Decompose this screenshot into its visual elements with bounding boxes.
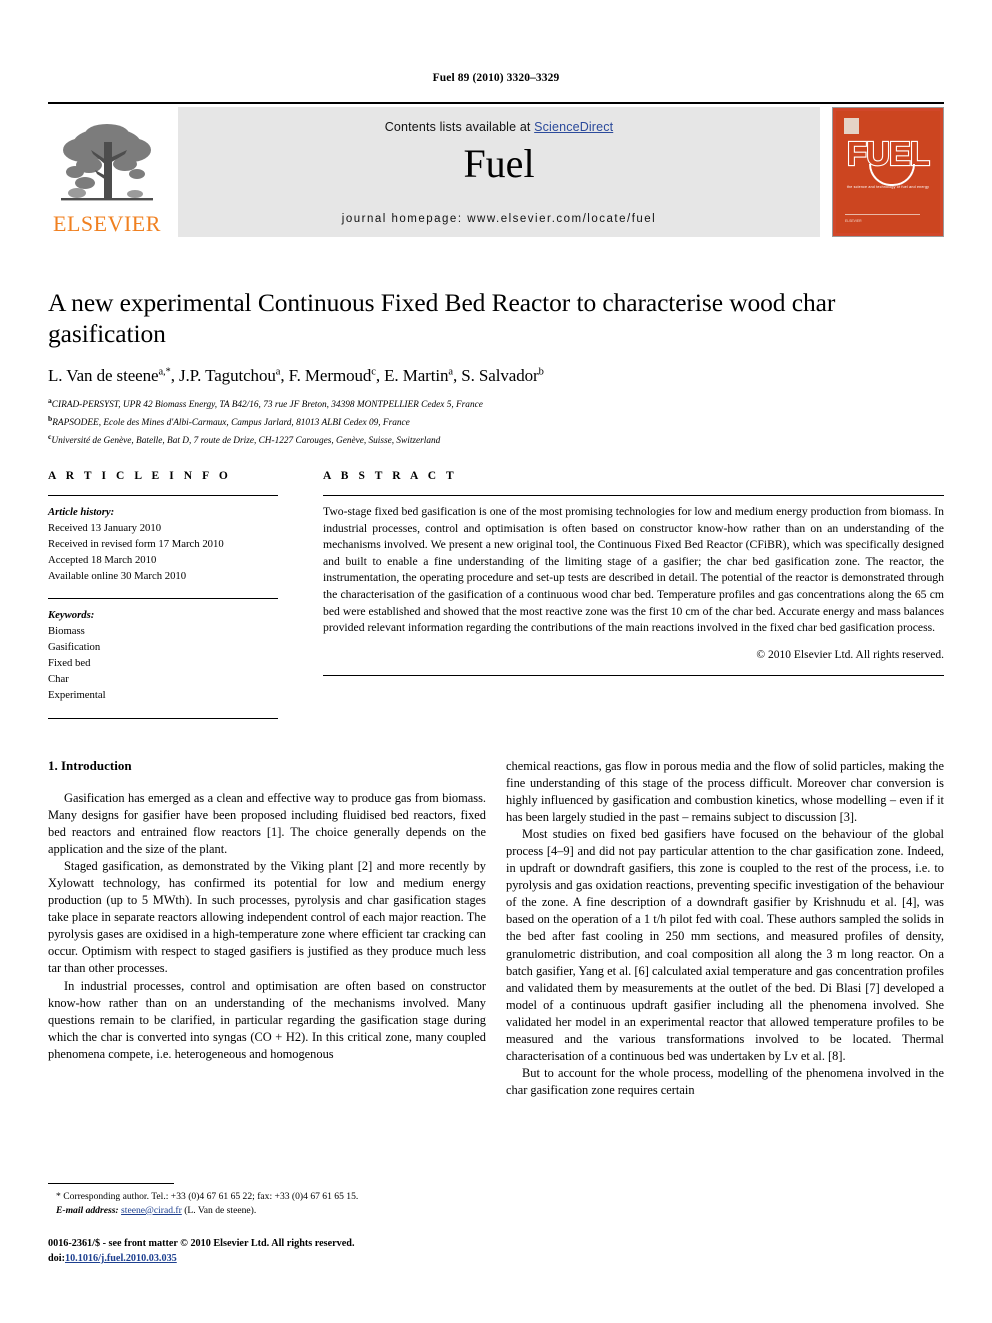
paragraph: In industrial processes, control and opt… [48, 978, 486, 1061]
article-info-bottom-rule [48, 717, 278, 719]
doi-label: doi: [48, 1253, 65, 1265]
affiliation-text: RAPSODEE, Ecole des Mines d'Albi-Carmaux… [52, 418, 410, 429]
abstract-copyright: © 2010 Elsevier Ltd. All rights reserved… [756, 648, 944, 661]
cover-footer-rule [845, 214, 920, 215]
keyword-item: Char [48, 673, 69, 686]
journal-band: Contents lists available at ScienceDirec… [178, 107, 820, 237]
affiliation-item: bRAPSODEE, Ecole des Mines d'Albi-Carmau… [48, 413, 944, 431]
affiliation-text: CIRAD-PERSYST, UPR 42 Biomass Energy, TA… [51, 400, 483, 411]
author-affil-mark: a,* [158, 366, 171, 378]
column-gap [278, 470, 323, 719]
cover-subtitle: the science and technology of fuel and e… [846, 185, 930, 189]
cover-elsevier-mark-icon [844, 118, 859, 134]
article-history-item: Available online 30 March 2010 [48, 570, 187, 583]
paragraph: Staged gasification, as demonstrated by … [48, 859, 486, 976]
article-info-heading: A R T I C L E I N F O [48, 470, 232, 482]
affiliation-item: aCIRAD-PERSYST, UPR 42 Biomass Energy, T… [48, 395, 944, 413]
journal-title: Fuel [463, 141, 535, 186]
author-name: J.P. Tagutchou [179, 366, 276, 386]
abstract-text: Two-stage fixed bed gasification is one … [323, 505, 944, 635]
cover-arc-decoration [869, 164, 915, 186]
issn-copyright-line: 0016-2361/$ - see front matter © 2010 El… [48, 1238, 355, 1249]
keyword-item: Gasification [48, 641, 101, 654]
journal-cover-inner: FUEL the science and technology of fuel … [836, 111, 940, 233]
contents-available-line: Contents lists available at ScienceDirec… [178, 107, 820, 134]
paragraph: Gasification has emerged as a clean and … [48, 791, 486, 857]
paragraph: chemical reactions, gas flow in porous m… [506, 759, 944, 825]
body-left-column: 1. Introduction Gasification has emerged… [48, 758, 486, 1099]
paragraph: Most studies on fixed bed gasifiers have… [506, 827, 944, 1063]
header-top-rule [48, 102, 944, 104]
abstract-rule [323, 495, 944, 496]
doi-link[interactable]: 10.1016/j.fuel.2010.03.035 [65, 1253, 177, 1264]
body-column-gap [486, 758, 506, 1099]
info-abstract-region: A R T I C L E I N F O Article history: R… [48, 470, 944, 719]
title-block: A new experimental Continuous Fixed Bed … [48, 287, 944, 448]
author-name: S. Salvador [461, 366, 539, 386]
keyword-item: Experimental [48, 689, 106, 702]
body-right-column: chemical reactions, gas flow in porous m… [506, 758, 944, 1099]
email-link[interactable]: steene@cirad.fr [121, 1205, 182, 1216]
running-head: Fuel 89 (2010) 3320–3329 [432, 72, 560, 84]
sciencedirect-link[interactable]: ScienceDirect [534, 120, 613, 134]
elsevier-wordmark: ELSEVIER [53, 211, 161, 236]
abstract-column: A B S T R A C T Two-stage fixed bed gasi… [323, 470, 944, 719]
keyword-item: Fixed bed [48, 657, 91, 670]
author-name: F. Mermoud [288, 366, 372, 386]
section-title-introduction: 1. Introduction [48, 758, 132, 773]
paragraph: But to account for the whole process, mo… [506, 1065, 944, 1097]
email-label: E-mail address: [56, 1204, 119, 1216]
journal-cover-image: FUEL the science and technology of fuel … [832, 107, 944, 237]
article-history-item: Received 13 January 2010 [48, 522, 162, 535]
author-affil-mark: a [448, 366, 453, 378]
affiliation-list: aCIRAD-PERSYST, UPR 42 Biomass Energy, T… [48, 395, 944, 448]
article-info-rule [48, 495, 278, 496]
email-note: E-mail address: steene@cirad.fr (L. Van … [48, 1204, 486, 1218]
page-title: A new experimental Continuous Fixed Bed … [48, 288, 836, 349]
author-affil-mark: c [371, 366, 376, 378]
keyword-item: Biomass [48, 625, 85, 638]
article-history-item: Received in revised form 17 March 2010 [48, 538, 224, 551]
affiliation-item: cUniversité de Genève, Batelle, Bat D, 7… [48, 431, 944, 449]
article-page: Fuel 89 (2010) 3320–3329 ELSEVIER Conten… [0, 0, 992, 1323]
cover-footer-text: ELSEVIER [845, 219, 862, 223]
elsevier-logo: ELSEVIER [48, 107, 166, 237]
journal-homepage[interactable]: journal homepage: www.elsevier.com/locat… [178, 213, 820, 225]
journal-header: ELSEVIER Contents lists available at Sci… [48, 102, 944, 238]
article-history-label: Article history: [48, 506, 115, 518]
footnote-rule [48, 1183, 174, 1184]
article-info-column: A R T I C L E I N F O Article history: R… [48, 470, 278, 719]
author-affil-mark: b [538, 366, 544, 378]
author-name: E. Martin [384, 366, 449, 386]
email-owner: (L. Van de steene). [184, 1204, 257, 1216]
footnote-block: * Corresponding author. Tel.: +33 (0)4 6… [48, 1183, 486, 1217]
corresponding-author-note: * Corresponding author. Tel.: +33 (0)4 6… [56, 1191, 359, 1202]
contents-available-text: Contents lists available at [384, 120, 535, 134]
author-list: L. Van de steenea,*, J.P. Tagutchoua, F.… [48, 366, 544, 386]
imprint-block: 0016-2361/$ - see front matter © 2010 El… [48, 1236, 568, 1266]
keywords-rule [48, 598, 278, 600]
keywords-label: Keywords: [48, 609, 95, 622]
abstract-bottom-rule [323, 674, 944, 676]
elsevier-tree-icon [61, 124, 153, 201]
body-region: 1. Introduction Gasification has emerged… [48, 758, 944, 1099]
affiliation-text: Université de Genève, Batelle, Bat D, 7 … [51, 435, 441, 446]
article-history-item: Accepted 18 March 2010 [48, 554, 157, 567]
doi-line: doi:10.1016/j.fuel.2010.03.035 [48, 1251, 568, 1266]
author-affil-mark: a [275, 366, 281, 378]
author-name: L. Van de steene [48, 366, 159, 386]
abstract-heading: A B S T R A C T [323, 470, 458, 482]
